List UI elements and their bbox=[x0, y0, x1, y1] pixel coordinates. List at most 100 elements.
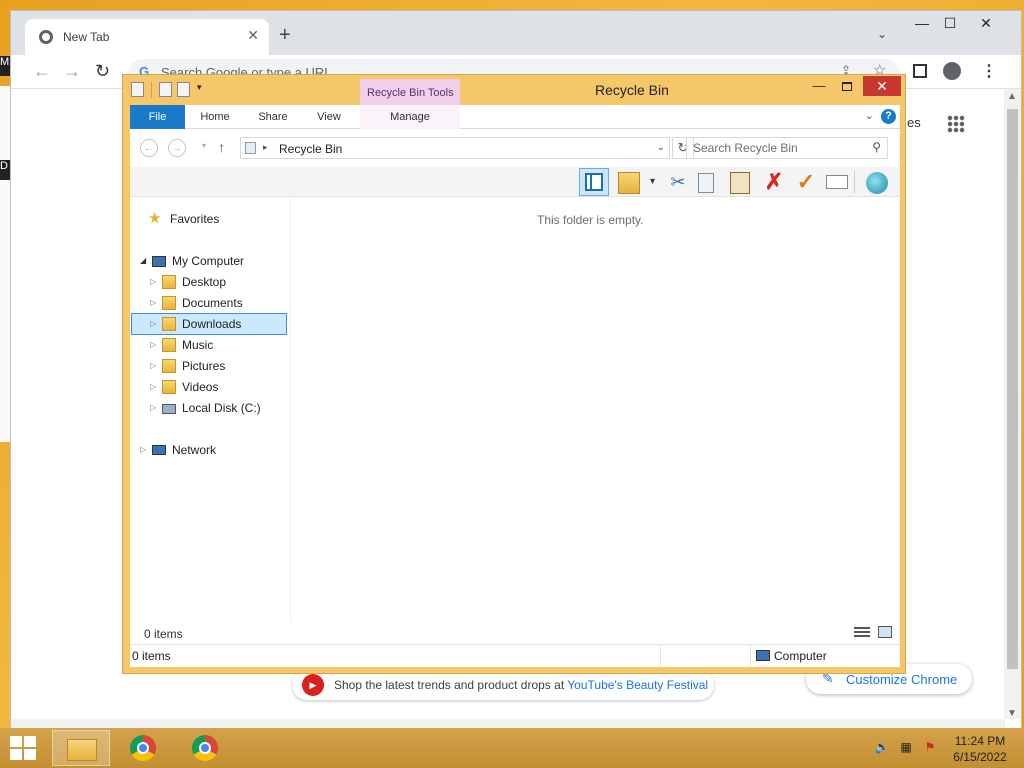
command-toolbar: ▾ ✂ ✗ ✓ bbox=[130, 167, 900, 197]
large-icons-view-icon[interactable] bbox=[878, 626, 892, 638]
tab-file[interactable]: File bbox=[130, 105, 185, 129]
nav-music[interactable]: ▷ Music bbox=[150, 335, 280, 355]
taskbar-file-explorer[interactable] bbox=[52, 730, 110, 766]
tab-search-icon[interactable]: ⌄ bbox=[877, 27, 887, 41]
computer-icon bbox=[756, 650, 770, 661]
folder-icon bbox=[162, 296, 176, 310]
start-button[interactable] bbox=[10, 736, 38, 762]
preview-pane-icon[interactable] bbox=[579, 168, 609, 196]
status-divider bbox=[660, 645, 661, 667]
reload-icon[interactable]: ↻ bbox=[95, 61, 110, 81]
chrome-vertical-scrollbar[interactable]: ▲ ▼ bbox=[1004, 89, 1021, 719]
nav-favorites[interactable]: ★ Favorites bbox=[148, 209, 278, 229]
details-view-icon[interactable] bbox=[854, 627, 870, 639]
network-tray-icon[interactable]: ▦ bbox=[898, 740, 914, 754]
nav-downloads[interactable]: ▷ Downloads bbox=[131, 313, 287, 335]
explorer-close-button[interactable]: ✕ bbox=[863, 76, 901, 96]
tab-manage[interactable]: Manage bbox=[360, 105, 460, 129]
tab-share[interactable]: Share bbox=[248, 105, 298, 129]
chrome-maximize-button[interactable]: ☐ bbox=[935, 13, 965, 35]
tab-title: New Tab bbox=[63, 30, 110, 44]
expand-arrow-icon[interactable]: ▷ bbox=[150, 293, 156, 313]
desktop-edge-label: M bbox=[0, 56, 10, 76]
expand-arrow-icon[interactable]: ▷ bbox=[140, 440, 146, 460]
search-input[interactable] bbox=[693, 140, 863, 156]
scrollbar-thumb[interactable] bbox=[1007, 109, 1018, 669]
taskbar-chrome-2[interactable] bbox=[176, 730, 234, 766]
paste-icon[interactable] bbox=[730, 172, 750, 194]
nav-desktop[interactable]: ▷ Desktop bbox=[150, 272, 280, 292]
globe-icon[interactable] bbox=[866, 172, 888, 194]
chrome-close-button[interactable]: ✕ bbox=[971, 13, 1001, 35]
google-apps-icon[interactable] bbox=[947, 115, 965, 133]
expand-arrow-icon[interactable]: ▷ bbox=[150, 314, 156, 334]
status-item-count: 0 items bbox=[132, 649, 171, 663]
properties-dropdown-icon[interactable]: ▾ bbox=[650, 176, 655, 187]
nav-documents[interactable]: ▷ Documents bbox=[150, 293, 280, 313]
nav-my-computer[interactable]: ◢ My Computer bbox=[140, 251, 280, 271]
new-tab-button[interactable]: + bbox=[279, 25, 291, 45]
search-box[interactable]: ⚲ bbox=[686, 137, 888, 159]
nav-local-disk[interactable]: ▷ Local Disk (C:) bbox=[150, 398, 285, 418]
profile-avatar-icon[interactable] bbox=[943, 62, 961, 80]
status-divider bbox=[750, 645, 751, 667]
qat-dropdown-icon[interactable]: ▾ bbox=[197, 82, 202, 93]
address-box[interactable]: ▸ Recycle Bin ⌄ bbox=[240, 137, 670, 159]
cut-icon[interactable]: ✂ bbox=[666, 170, 690, 194]
chrome-tab-new-tab[interactable]: New Tab ✕ bbox=[25, 19, 269, 55]
promo-link[interactable]: YouTube's Beauty Festival bbox=[567, 678, 708, 692]
new-folder-qat-icon[interactable] bbox=[177, 82, 190, 97]
explorer-title-bar[interactable]: ▾ Recycle Bin Tools Recycle Bin — ✕ bbox=[123, 75, 905, 105]
empty-folder-message: This folder is empty. bbox=[537, 213, 644, 227]
clock-date[interactable]: 6/15/2022 bbox=[940, 750, 1020, 764]
chrome-minimize-button[interactable]: — bbox=[907, 13, 937, 35]
context-tab-label: Recycle Bin Tools bbox=[367, 87, 454, 99]
nav-videos[interactable]: ▷ Videos bbox=[150, 377, 280, 397]
new-item-icon[interactable] bbox=[826, 175, 848, 189]
speaker-muted-icon[interactable]: 🔈 bbox=[874, 740, 890, 754]
side-panel-icon[interactable] bbox=[913, 64, 927, 78]
chrome-menu-icon[interactable]: ⋮ bbox=[981, 61, 997, 81]
expand-arrow-icon[interactable]: ▷ bbox=[150, 398, 156, 418]
nav-network[interactable]: ▷ Network bbox=[140, 440, 270, 460]
breadcrumb-separator-icon[interactable]: ▸ bbox=[263, 142, 268, 153]
clock-time[interactable]: 11:24 PM bbox=[940, 734, 1020, 748]
help-icon[interactable]: ? bbox=[881, 109, 896, 124]
ntp-promo-banner[interactable]: ▶ Shop the latest trends and product dro… bbox=[292, 670, 714, 700]
nav-pictures[interactable]: ▷ Pictures bbox=[150, 356, 280, 376]
up-button[interactable]: ↑ bbox=[218, 139, 225, 155]
delete-icon[interactable]: ✗ bbox=[762, 170, 786, 194]
scroll-down-icon[interactable]: ▼ bbox=[1007, 708, 1017, 719]
folder-icon bbox=[162, 380, 176, 394]
expand-arrow-icon[interactable]: ▷ bbox=[150, 272, 156, 292]
copy-icon[interactable] bbox=[698, 173, 714, 193]
tab-close-icon[interactable]: ✕ bbox=[247, 27, 259, 44]
forward-arrow-icon[interactable]: → bbox=[63, 61, 81, 81]
explorer-maximize-button[interactable] bbox=[835, 79, 859, 97]
properties-qat-icon[interactable] bbox=[159, 82, 172, 97]
scroll-up-icon[interactable]: ▲ bbox=[1007, 91, 1017, 102]
expand-arrow-icon[interactable]: ▷ bbox=[150, 377, 156, 397]
tab-view[interactable]: View bbox=[306, 105, 352, 129]
collapse-arrow-icon[interactable]: ◢ bbox=[140, 251, 146, 271]
back-button[interactable]: ← bbox=[140, 139, 158, 157]
recent-locations-dropdown-icon[interactable]: ▾ bbox=[202, 141, 206, 150]
taskbar-chrome-1[interactable] bbox=[114, 730, 172, 766]
action-center-flag-icon[interactable]: ⚑ bbox=[922, 740, 938, 754]
back-arrow-icon[interactable]: ← bbox=[33, 61, 51, 81]
ntp-partial-link[interactable]: es bbox=[907, 115, 921, 130]
search-icon[interactable]: ⚲ bbox=[872, 140, 881, 154]
navigation-pane: ★ Favorites ◢ My Computer ▷ Desktop ▷ Do… bbox=[130, 197, 290, 623]
expand-arrow-icon[interactable]: ▷ bbox=[150, 356, 156, 376]
address-dropdown-icon[interactable]: ⌄ bbox=[657, 142, 665, 153]
properties-icon[interactable] bbox=[618, 172, 640, 194]
expand-arrow-icon[interactable]: ▷ bbox=[150, 335, 156, 355]
breadcrumb-recycle-bin[interactable]: Recycle Bin bbox=[279, 142, 342, 156]
explorer-minimize-button[interactable]: — bbox=[807, 79, 831, 97]
file-list-pane[interactable]: This folder is empty. bbox=[290, 197, 900, 623]
forward-button[interactable]: → bbox=[168, 139, 186, 157]
rename-icon[interactable]: ✓ bbox=[794, 170, 818, 194]
tab-home[interactable]: Home bbox=[190, 105, 240, 129]
expand-ribbon-icon[interactable]: ⌄ bbox=[865, 109, 874, 122]
maximize-icon bbox=[842, 82, 852, 91]
